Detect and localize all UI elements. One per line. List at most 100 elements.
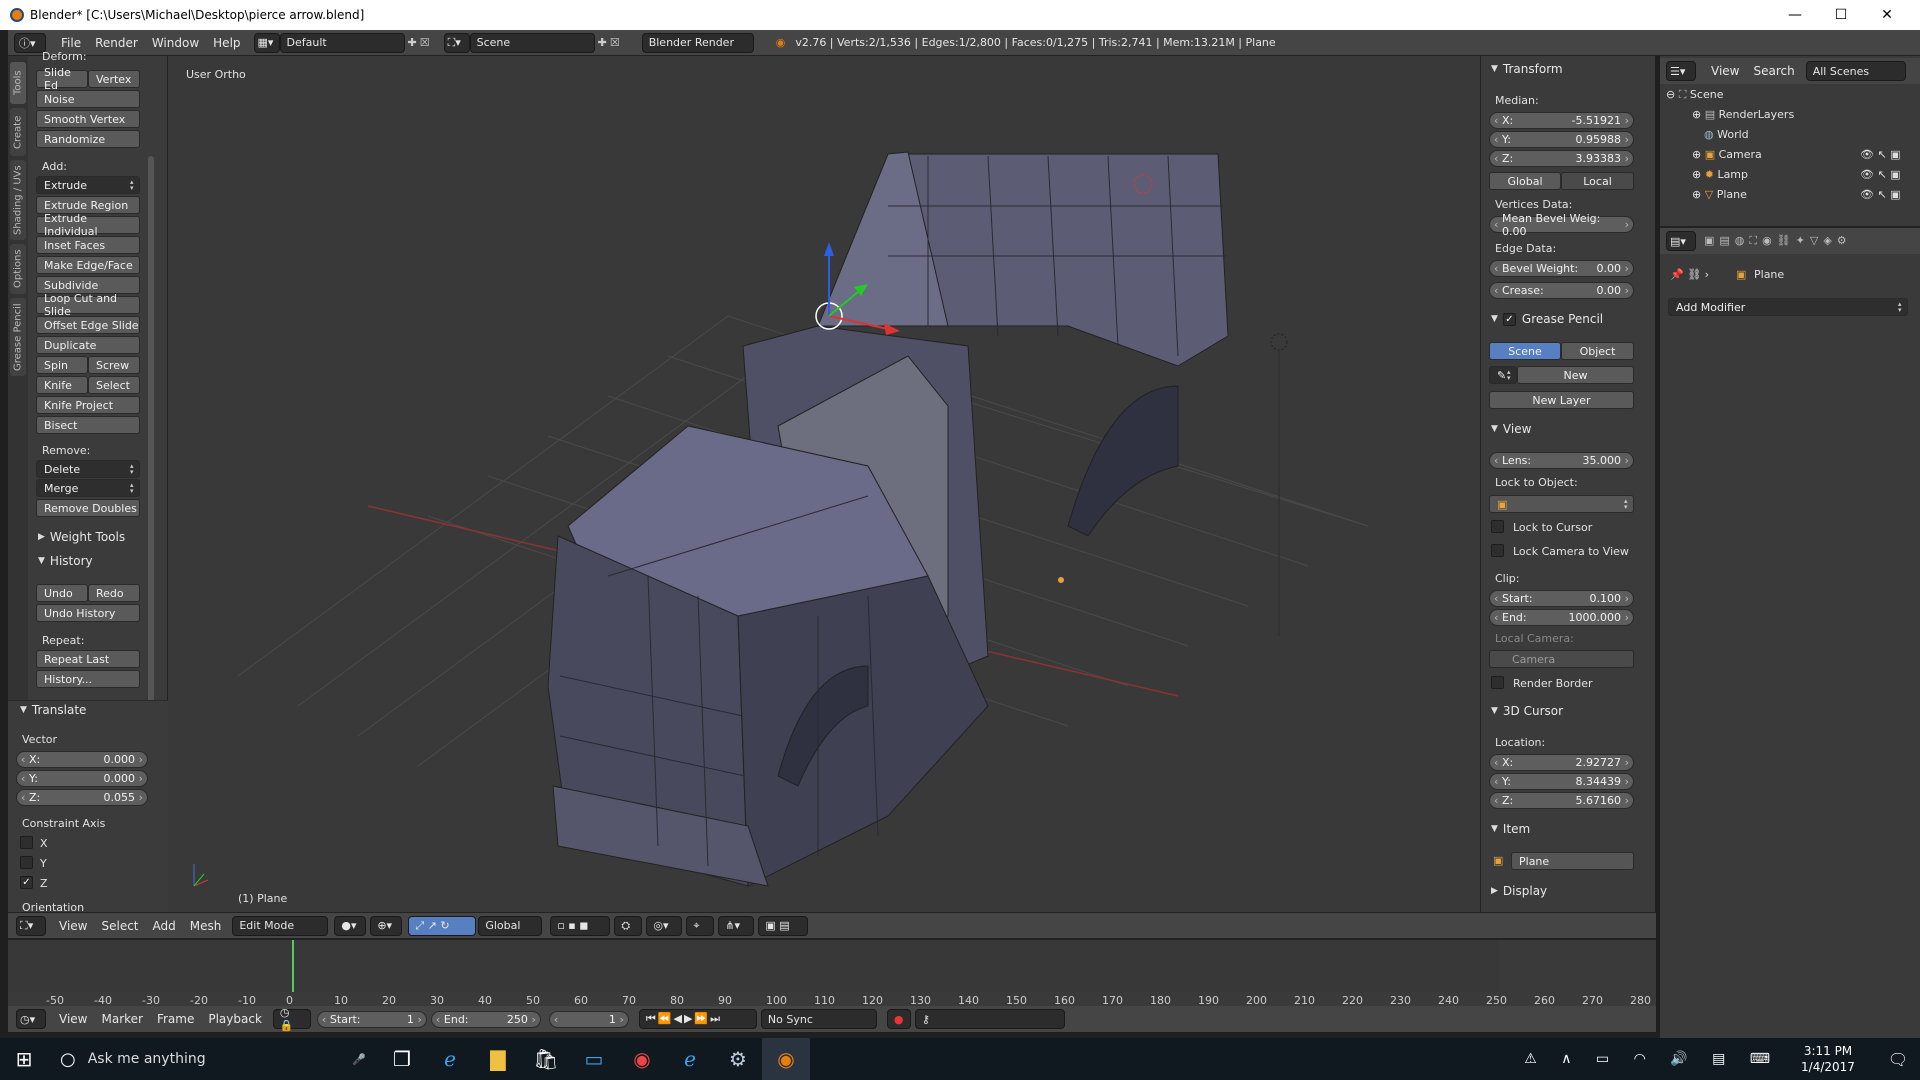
remove-doubles-button[interactable]: Remove Doubles — [36, 499, 140, 517]
duplicate-button[interactable]: Duplicate — [36, 336, 140, 354]
properties-editor-icon[interactable]: ▤▾ — [1666, 231, 1696, 251]
render-engine-selector[interactable]: Blender Render — [641, 32, 754, 53]
current-frame-field[interactable]: 1 — [548, 1010, 629, 1028]
bisect-button[interactable]: Bisect — [36, 416, 140, 434]
manipulator-toggles[interactable]: ⤢ ↗ ↻ — [408, 915, 477, 936]
view-panel[interactable]: ▼ View — [1491, 422, 1531, 436]
scene-icon[interactable]: ⛶▾ — [443, 32, 470, 53]
undo-button[interactable]: Undo — [36, 584, 88, 602]
3d-cursor-panel[interactable]: ▼ 3D Cursor — [1491, 704, 1563, 718]
slide-vertex-button[interactable]: Vertex — [88, 70, 140, 88]
gp-object-toggle[interactable]: Object — [1561, 342, 1634, 360]
noise-button[interactable]: Noise — [36, 90, 140, 108]
cursor-x-field[interactable]: X: 2.92727 — [1489, 754, 1634, 771]
keying-set-field[interactable]: ⚷ — [914, 1009, 1065, 1029]
menu-help[interactable]: Help — [206, 33, 247, 53]
close-button[interactable]: ✕ — [1864, 0, 1910, 30]
microphone-icon[interactable]: 🎤 — [352, 1053, 366, 1066]
transform-panel[interactable]: ▼ Transform — [1491, 62, 1563, 76]
knife-button[interactable]: Knife — [36, 376, 88, 394]
weight-tools-panel[interactable]: ▶ Weight Tools — [38, 530, 125, 544]
grease-pencil-panel[interactable]: ▼ ✓ Grease Pencil — [1491, 312, 1603, 326]
timeline[interactable]: -50 -40 -30 -20 -10 0 10 20 30 40 50 60 70 80 90 100 110… — [8, 938, 1656, 1012]
outliner-item-scene[interactable]: ⊖ ⛶ Scene — [1666, 88, 1723, 102]
timeline-marker-menu[interactable]: Marker — [94, 1009, 149, 1029]
edge-icon[interactable]: ℯ — [666, 1038, 714, 1080]
global-toggle[interactable]: Global — [1489, 172, 1561, 190]
windows-start-icon[interactable]: ⊞ — [0, 1038, 48, 1080]
outliner-editor-icon[interactable]: ☰▾ — [1666, 61, 1696, 81]
store-icon[interactable]: 🛍 — [522, 1038, 570, 1080]
scene-selector[interactable]: Scene — [469, 32, 595, 53]
local-camera-field[interactable]: Camera — [1489, 650, 1634, 668]
add-layout-icon[interactable]: ✚ — [408, 36, 417, 49]
shading-selector[interactable]: ●▾ — [334, 915, 367, 936]
pin-icon[interactable]: 📌 ⛓ › — [1670, 268, 1709, 281]
lock-object-field[interactable]: ▣ — [1489, 495, 1634, 513]
lock-camera-checkbox[interactable] — [1491, 544, 1504, 557]
outliner-item-camera[interactable]: ⊕ ▣ Camera — [1692, 148, 1762, 161]
notification-icon[interactable]: 🗨 — [1876, 1038, 1920, 1080]
current-frame-marker[interactable] — [292, 940, 294, 992]
clock[interactable]: 3:11 PM 1/4/2017 — [1780, 1043, 1876, 1075]
lamp-visibility-icons[interactable]: 👁 ↖ ▣ — [1860, 168, 1901, 181]
playback-controls[interactable]: ⏮⏪◀▶⏩⏭ — [638, 1009, 757, 1029]
crease-field[interactable]: Crease: 0.00 — [1489, 282, 1634, 299]
median-x-field[interactable]: X: -5.51921 — [1489, 112, 1634, 129]
outliner-item-world[interactable]: ◍ World — [1704, 128, 1749, 141]
constraint-z-checkbox[interactable]: ✓ — [20, 876, 33, 889]
lens-field[interactable]: Lens: 35.000 — [1489, 452, 1634, 469]
item-name-field[interactable]: Plane — [1511, 852, 1634, 870]
grease-pencil-checkbox[interactable]: ✓ — [1502, 312, 1516, 326]
layout-selector[interactable]: Default — [279, 32, 405, 53]
outliner-item-plane[interactable]: ⊕ ▽ Plane — [1692, 188, 1747, 201]
plane-visibility-icons[interactable]: 👁 ↖ ▣ — [1860, 188, 1901, 201]
delete-dropdown[interactable]: Delete — [36, 460, 140, 478]
vector-z-field[interactable]: Z: 0.055 — [16, 789, 148, 806]
desktop-app-icon[interactable]: ▭ — [570, 1038, 618, 1080]
steam-icon[interactable]: ⚙ — [714, 1038, 762, 1080]
record-icon[interactable]: ● — [886, 1009, 911, 1029]
mean-bevel-weight-field[interactable]: Mean Bevel Weig: 0.00 — [1489, 212, 1634, 238]
gp-scene-toggle[interactable]: Scene — [1489, 342, 1561, 360]
proportional-edit-icon[interactable]: ◎▾ — [646, 915, 683, 936]
local-toggle[interactable]: Local — [1561, 172, 1634, 190]
render-border-checkbox[interactable] — [1491, 676, 1504, 689]
lock-to-cursor-checkbox[interactable] — [1491, 520, 1504, 533]
tab-grease-pencil[interactable]: Grease Pencil — [10, 298, 26, 376]
cortana-search-box[interactable]: ○ Ask me anything 🎤 — [48, 1038, 378, 1080]
gp-new-button[interactable]: New — [1517, 366, 1634, 384]
make-edge-face-button[interactable]: Make Edge/Face — [36, 256, 140, 274]
maximize-button[interactable]: ☐ — [1818, 0, 1864, 30]
screw-button[interactable]: Screw — [88, 356, 140, 374]
timeline-editor-icon[interactable]: ◷▾ — [16, 1009, 46, 1029]
merge-dropdown[interactable]: Merge — [36, 479, 140, 497]
render-preview-icons[interactable]: ▣ ▤ — [758, 915, 809, 936]
menu-window[interactable]: Window — [145, 33, 206, 53]
inset-faces-button[interactable]: Inset Faces — [36, 236, 140, 254]
redo-button[interactable]: Redo — [88, 584, 140, 602]
item-panel[interactable]: ▼ Item — [1491, 822, 1530, 836]
timeline-frame-menu[interactable]: Frame — [150, 1009, 201, 1029]
bevel-weight-field[interactable]: Bevel Weight: 0.00 — [1489, 260, 1634, 277]
constraint-y-checkbox[interactable] — [20, 856, 33, 869]
preview-range-icons[interactable]: ◷ 🔒 — [272, 1006, 311, 1032]
outliner-item-renderlayers[interactable]: ⊕ ▤ RenderLayers — [1692, 108, 1794, 121]
toolshelf-scrollbar[interactable] — [148, 156, 154, 736]
remove-layout-icon[interactable]: ☒ — [420, 36, 430, 49]
timeline-playback-menu[interactable]: Playback — [201, 1009, 269, 1029]
snap-element-icon[interactable]: ⋔▾ — [718, 915, 755, 936]
vector-x-field[interactable]: X: 0.000 — [16, 751, 148, 768]
new-layer-button[interactable]: New Layer — [1489, 391, 1634, 409]
remove-scene-icon[interactable]: ☒ — [610, 36, 620, 49]
properties-context-tabs[interactable]: ▣▤◍⛶◉⛓✦▽◈⚙ — [1704, 234, 1852, 248]
chrome-icon[interactable]: ◉ — [618, 1038, 666, 1080]
menu-mesh[interactable]: Mesh — [183, 916, 229, 936]
camera-visibility-icons[interactable]: 👁 ↖ ▣ — [1860, 148, 1901, 161]
loop-cut-button[interactable]: Loop Cut and Slide — [36, 292, 140, 318]
timeline-view-menu[interactable]: View — [52, 1009, 94, 1029]
mode-selector[interactable]: Edit Mode — [232, 915, 329, 936]
randomize-button[interactable]: Randomize — [36, 130, 140, 148]
history-button[interactable]: History... — [36, 670, 140, 688]
outliner-search-menu[interactable]: Search — [1746, 61, 1801, 81]
